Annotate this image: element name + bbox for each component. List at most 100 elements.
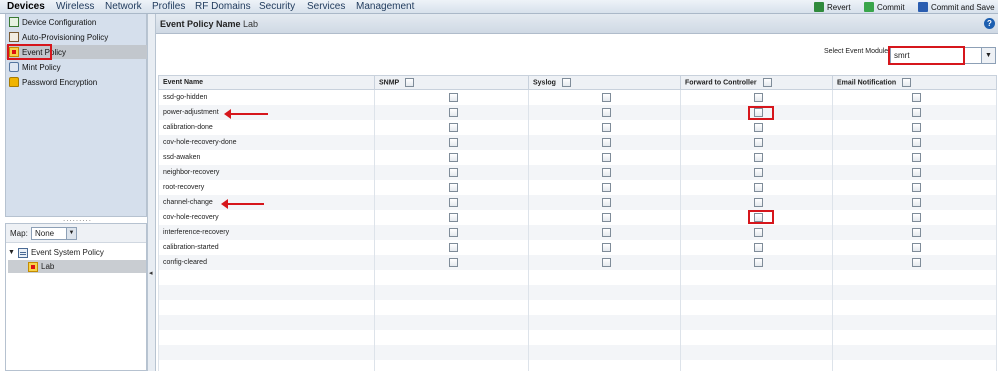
- syslog-checkbox[interactable]: [602, 152, 611, 162]
- commit-button[interactable]: Commit: [864, 1, 905, 13]
- column-header-forward: Forward to Controller: [680, 75, 833, 90]
- snmp-checkbox[interactable]: [449, 107, 458, 117]
- syslog-checkbox[interactable]: [602, 257, 611, 267]
- email-checkbox[interactable]: [912, 107, 921, 117]
- snmp-checkbox[interactable]: [449, 242, 458, 252]
- email-checkbox[interactable]: [912, 122, 921, 132]
- revert-label: Revert: [827, 2, 851, 12]
- sidebar-item-label: Auto-Provisioning Policy: [22, 32, 109, 42]
- menu-rf-domains[interactable]: RF Domains: [192, 1, 254, 13]
- empty-cell: [528, 269, 681, 285]
- syslog-cell: [528, 224, 681, 240]
- menu-services[interactable]: Services: [304, 1, 348, 13]
- forward-checkbox[interactable]: [754, 152, 763, 162]
- help-icon[interactable]: ?: [984, 18, 995, 29]
- tree-node-lab[interactable]: Lab: [8, 260, 146, 273]
- snmp-checkbox[interactable]: [449, 197, 458, 207]
- menu-devices[interactable]: Devices: [4, 1, 48, 13]
- snmp-checkbox[interactable]: [449, 182, 458, 192]
- syslog-checkbox[interactable]: [602, 197, 611, 207]
- menu-profiles[interactable]: Profiles: [149, 1, 188, 13]
- snmp-checkbox[interactable]: [449, 257, 458, 267]
- collapse-handle[interactable]: ◂: [148, 14, 156, 371]
- menu-network[interactable]: Network: [102, 1, 145, 13]
- forward-checkbox[interactable]: [754, 242, 763, 252]
- syslog-checkbox[interactable]: [602, 122, 611, 132]
- tree-node-label: Lab: [41, 262, 55, 271]
- empty-cell: [528, 299, 681, 315]
- empty-row: [158, 329, 997, 345]
- syslog-checkbox[interactable]: [602, 167, 611, 177]
- chevron-down-icon[interactable]: ▼: [981, 48, 995, 63]
- forward-cell: [680, 224, 833, 240]
- email-checkbox[interactable]: [912, 227, 921, 237]
- snmp-cell: [374, 209, 529, 225]
- policy-list-icon: [17, 247, 28, 258]
- syslog-checkbox[interactable]: [602, 182, 611, 192]
- lock-icon: [9, 77, 19, 87]
- email-checkbox[interactable]: [912, 182, 921, 192]
- syslog-checkbox[interactable]: [602, 107, 611, 117]
- email-checkbox[interactable]: [912, 212, 921, 222]
- commit-and-save-button[interactable]: Commit and Save: [918, 1, 995, 13]
- snmp-checkbox[interactable]: [449, 167, 458, 177]
- commit-label: Commit: [877, 2, 905, 12]
- menu-management[interactable]: Management: [353, 1, 417, 13]
- sidebar-item-password-encryption[interactable]: Password Encryption: [9, 75, 97, 89]
- syslog-cell: [528, 89, 681, 105]
- main-panel: Event Policy Name Lab ? Select Event Mod…: [156, 14, 998, 371]
- select-all-syslog-checkbox[interactable]: [561, 78, 571, 87]
- sidebar-item-device-configuration[interactable]: Device Configuration: [9, 15, 96, 29]
- collapse-arrow-icon[interactable]: ◂: [149, 269, 153, 277]
- snmp-checkbox[interactable]: [449, 212, 458, 222]
- empty-cell: [158, 284, 375, 300]
- sidebar-item-mint-policy[interactable]: Mint Policy: [9, 60, 61, 74]
- forward-checkbox[interactable]: [754, 122, 763, 132]
- email-checkbox[interactable]: [912, 167, 921, 177]
- forward-checkbox[interactable]: [754, 197, 763, 207]
- email-cell: [832, 89, 997, 105]
- forward-cell: [680, 254, 833, 270]
- forward-checkbox[interactable]: [754, 167, 763, 177]
- snmp-checkbox[interactable]: [449, 122, 458, 132]
- forward-checkbox[interactable]: [754, 92, 763, 102]
- select-all-snmp-checkbox[interactable]: [405, 78, 415, 87]
- event-name-cell: root-recovery: [158, 179, 375, 195]
- event-module-label: Select Event Module: [824, 48, 889, 55]
- snmp-checkbox[interactable]: [449, 92, 458, 102]
- sidebar-item-auto-provisioning[interactable]: Auto-Provisioning Policy: [9, 30, 108, 44]
- menu-wireless[interactable]: Wireless: [53, 1, 97, 13]
- forward-checkbox[interactable]: [754, 137, 763, 147]
- email-checkbox[interactable]: [912, 242, 921, 252]
- forward-checkbox[interactable]: [754, 257, 763, 267]
- expand-arrow-icon[interactable]: ▼: [8, 249, 15, 256]
- empty-cell: [374, 269, 529, 285]
- snmp-checkbox[interactable]: [449, 152, 458, 162]
- tree-node-event-system-policy[interactable]: ▼ Event System Policy: [8, 246, 104, 259]
- forward-checkbox[interactable]: [754, 227, 763, 237]
- select-all-email-checkbox[interactable]: [902, 78, 912, 87]
- email-checkbox[interactable]: [912, 197, 921, 207]
- select-all-forward-checkbox[interactable]: [762, 78, 772, 87]
- email-checkbox[interactable]: [912, 137, 921, 147]
- empty-cell: [528, 329, 681, 345]
- event-name-cell: config-cleared: [158, 254, 375, 270]
- syslog-checkbox[interactable]: [602, 242, 611, 252]
- forward-checkbox[interactable]: [754, 182, 763, 192]
- syslog-cell: [528, 254, 681, 270]
- syslog-checkbox[interactable]: [602, 227, 611, 237]
- empty-cell: [158, 329, 375, 345]
- syslog-checkbox[interactable]: [602, 212, 611, 222]
- syslog-checkbox[interactable]: [602, 92, 611, 102]
- snmp-checkbox[interactable]: [449, 227, 458, 237]
- revert-button[interactable]: Revert: [814, 1, 851, 13]
- menu-security[interactable]: Security: [256, 1, 298, 13]
- syslog-checkbox[interactable]: [602, 137, 611, 147]
- empty-cell: [374, 299, 529, 315]
- email-checkbox[interactable]: [912, 152, 921, 162]
- chevron-down-icon[interactable]: ▼: [66, 228, 76, 239]
- email-checkbox[interactable]: [912, 257, 921, 267]
- email-checkbox[interactable]: [912, 92, 921, 102]
- snmp-checkbox[interactable]: [449, 137, 458, 147]
- map-select[interactable]: None ▼: [31, 227, 77, 240]
